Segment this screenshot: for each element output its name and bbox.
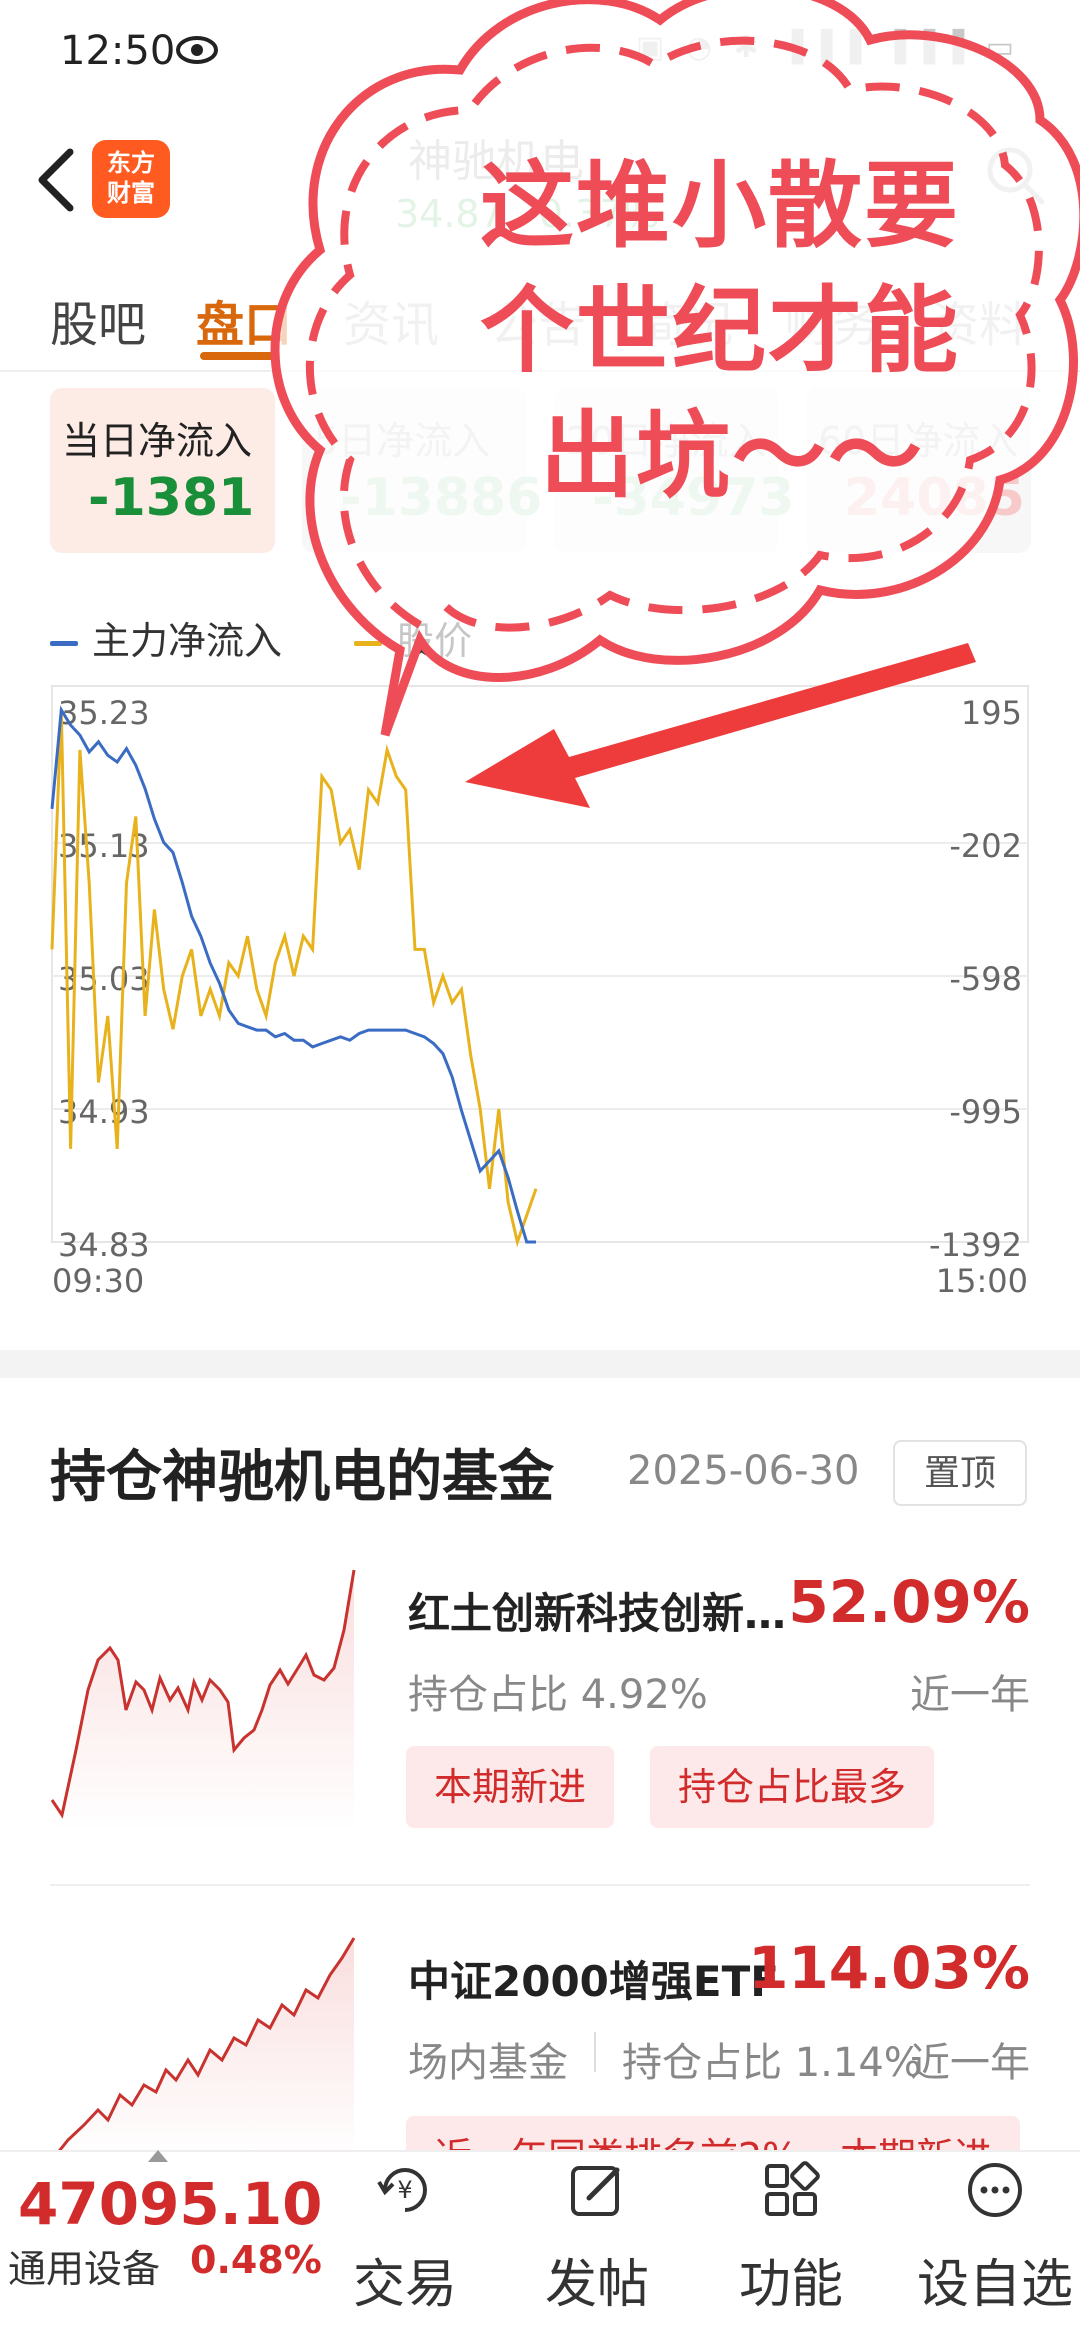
system-icons: ▣ ◔ ✱ ▐▐▐ ▐▐▐ ▭	[635, 30, 1020, 65]
post-button[interactable]: 发帖	[522, 2160, 672, 2320]
svg-text:¥: ¥	[397, 2176, 412, 2204]
caret-up-icon[interactable]	[148, 2150, 168, 2162]
overlay-line-1: 这堆小散要	[480, 152, 961, 261]
fund-name: 红土创新科技创新…	[408, 1589, 787, 1638]
fund-return: 52.09%	[788, 1568, 1030, 1636]
grid-icon	[765, 2161, 820, 2216]
legend-label-price: 股价	[396, 619, 473, 663]
index-value[interactable]: 47095.10	[18, 2170, 323, 2238]
functions-label: 功能	[738, 2255, 843, 2315]
tab-news[interactable]: 资讯	[343, 285, 439, 355]
logo-text-2: 财富	[107, 179, 155, 207]
meta-divider	[594, 2032, 596, 2072]
index-change: 0.48%	[190, 2238, 322, 2282]
y-tick-left: 34.83	[58, 1226, 150, 1260]
overlay-line-2: 个世纪才能	[480, 277, 961, 386]
trade-label: 交易	[352, 2255, 457, 2315]
logo-text-1: 东方	[107, 149, 155, 177]
fund-period: 近一年	[910, 1672, 1030, 1718]
tab-pankou[interactable]: 盘口	[196, 285, 292, 355]
y-tick-right: 195	[961, 694, 1022, 732]
status-time: 12:50	[60, 28, 176, 74]
search-icon[interactable]	[980, 140, 1050, 210]
flow-card-label: 5日净流入	[314, 419, 491, 463]
x-axis-start: 09:30	[52, 1262, 145, 1300]
y-tick-right: -1392	[929, 1226, 1022, 1260]
post-label: 发帖	[544, 2255, 649, 2315]
fund-period: 近一年	[910, 2040, 1030, 2086]
edit-icon	[571, 2166, 620, 2216]
legend-swatch-price	[354, 641, 383, 646]
flow-card-5day[interactable]: 5日净流入 -13886	[302, 388, 543, 553]
funds-section-title: 持仓神驰机电的基金	[50, 1445, 554, 1510]
fund-tag: 持仓占比最多	[650, 1746, 935, 1828]
fund-tag: 本期新进	[812, 2116, 1021, 2150]
fund-name: 中证2000增强ETF	[408, 1957, 779, 2006]
fund-tag: 本期新进	[406, 1746, 615, 1828]
flow-chart[interactable]: 35.23 19535.13 -20235.03 -59834.93 -99534.83…	[0, 680, 1080, 1260]
flow-card-value: -13886	[340, 468, 543, 528]
y-tick-right: -598	[949, 960, 1022, 998]
fund-item-2[interactable]: 中证2000增强ETF 114.03% 场内基金 持仓占比 1.14% 近一年 …	[0, 1920, 1080, 2150]
section-divider	[0, 1350, 1080, 1378]
more-icon	[968, 2163, 1022, 2217]
chart-legend: 主力净流入 股价	[50, 610, 472, 665]
add-watchlist-label: 设自选	[916, 2255, 1073, 2315]
yen-exchange-icon: ¥	[377, 2168, 427, 2212]
y-tick-right: -995	[949, 1093, 1022, 1131]
add-watchlist-button[interactable]: 设自选	[910, 2160, 1080, 2320]
funds-date: 2025-06-30	[627, 1448, 860, 1494]
app-logo: 东方 财富	[92, 140, 170, 218]
functions-button[interactable]: 功能	[716, 2160, 866, 2320]
back-icon[interactable]	[28, 140, 88, 220]
flow-card-label: 当日净流入	[62, 419, 253, 463]
fund-holding-ratio: 持仓占比 4.92%	[408, 1672, 708, 1718]
fund-holding-ratio: 持仓占比 1.14%	[622, 2040, 922, 2086]
pin-button[interactable]: 置顶	[893, 1440, 1027, 1506]
fund-sparkline-2	[58, 1937, 356, 2150]
tab-active-indicator	[200, 352, 280, 360]
eye-icon	[176, 36, 218, 64]
plot-frame	[51, 685, 1029, 1243]
legend-label-flow: 主力净流入	[92, 619, 283, 663]
index-name: 通用设备	[8, 2247, 161, 2291]
y-tick-left: 35.03	[58, 960, 150, 998]
tab-guba[interactable]: 股吧	[50, 285, 146, 355]
legend-swatch-flow	[50, 641, 78, 646]
overlay-line-3: 出坑～～	[540, 402, 925, 511]
y-tick-right: -202	[949, 827, 1022, 865]
fund-type: 场内基金	[408, 2040, 568, 2086]
flow-card-value: -1381	[88, 468, 255, 528]
status-bar: 12:50 ▣ ◔ ✱ ▐▐▐ ▐▐▐ ▭	[0, 0, 1080, 110]
fund-sparkline-1	[50, 1569, 356, 1830]
x-axis-end: 15:00	[935, 1262, 1028, 1300]
fund-return: 114.03%	[748, 1934, 1030, 2002]
fund-tag: 近一年同类排名前2%	[406, 2116, 827, 2150]
trade-button[interactable]: ¥ 交易	[330, 2160, 480, 2320]
fund-separator	[50, 1884, 1030, 1886]
fund-item-1[interactable]: 红土创新科技创新… 52.09% 持仓占比 4.92% 近一年 本期新进 持仓占…	[0, 1560, 1080, 1880]
flow-card-today[interactable]: 当日净流入 -1381	[50, 388, 275, 553]
